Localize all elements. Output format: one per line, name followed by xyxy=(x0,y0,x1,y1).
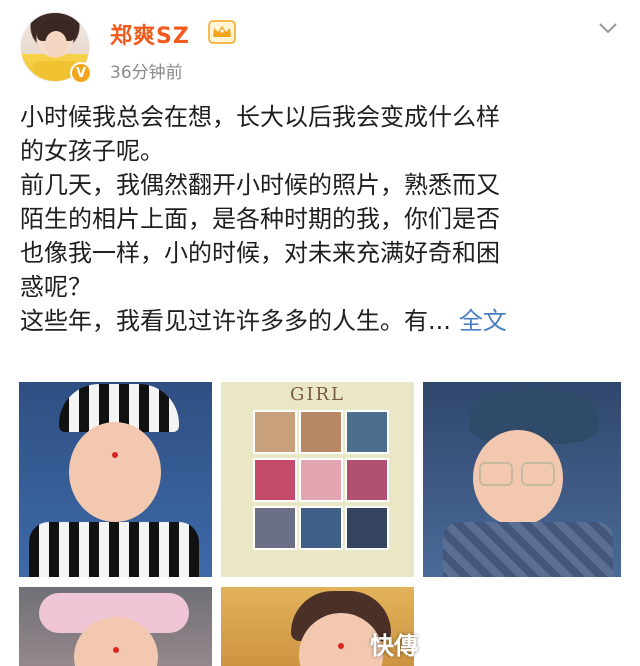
post-line: 的女孩子呢。 xyxy=(20,137,164,165)
post-line: 也像我一样，小的时候，对未来充满好奇和困 xyxy=(20,239,500,267)
photo-thumbnail-4[interactable] xyxy=(19,587,212,666)
photo-thumbnail-1[interactable] xyxy=(19,382,212,577)
crown-icon xyxy=(208,20,236,44)
post-header: V 郑爽SZ 36分钟前 xyxy=(0,0,640,96)
avatar-face xyxy=(45,31,67,57)
post-line: 惑呢？ xyxy=(20,273,92,301)
post-line-last: 这些年，我看见过许许多多的人生。有... 全文 xyxy=(20,304,624,338)
post-line: 这些年，我看见过许许多多的人生。有... xyxy=(20,307,451,335)
author-name[interactable]: 郑爽SZ xyxy=(110,18,190,50)
post-line: 前几天，我偶然翻开小时候的照片，熟悉而又 xyxy=(20,171,500,199)
image-grid: GIRL xyxy=(19,382,621,666)
post-body: 小时候我总会在想，长大以后我会变成什么样 的女孩子呢。 前几天，我偶然翻开小时候… xyxy=(20,100,624,338)
post-time: 36分钟前 xyxy=(110,63,183,83)
post-line: 小时候我总会在想，长大以后我会变成什么样 xyxy=(20,103,500,131)
photo-thumbnail-2[interactable]: GIRL xyxy=(221,382,414,577)
chevron-down-icon[interactable] xyxy=(596,16,620,40)
expand-full-text-link[interactable]: 全文 xyxy=(459,307,507,335)
post-line: 陌生的相片上面，是各种时期的我，你们是否 xyxy=(20,205,500,233)
photo-thumbnail-3[interactable] xyxy=(423,382,621,577)
verified-badge-icon: V xyxy=(70,62,92,84)
watermark: 快傳 xyxy=(370,632,418,660)
collage-title: GIRL xyxy=(290,384,345,405)
